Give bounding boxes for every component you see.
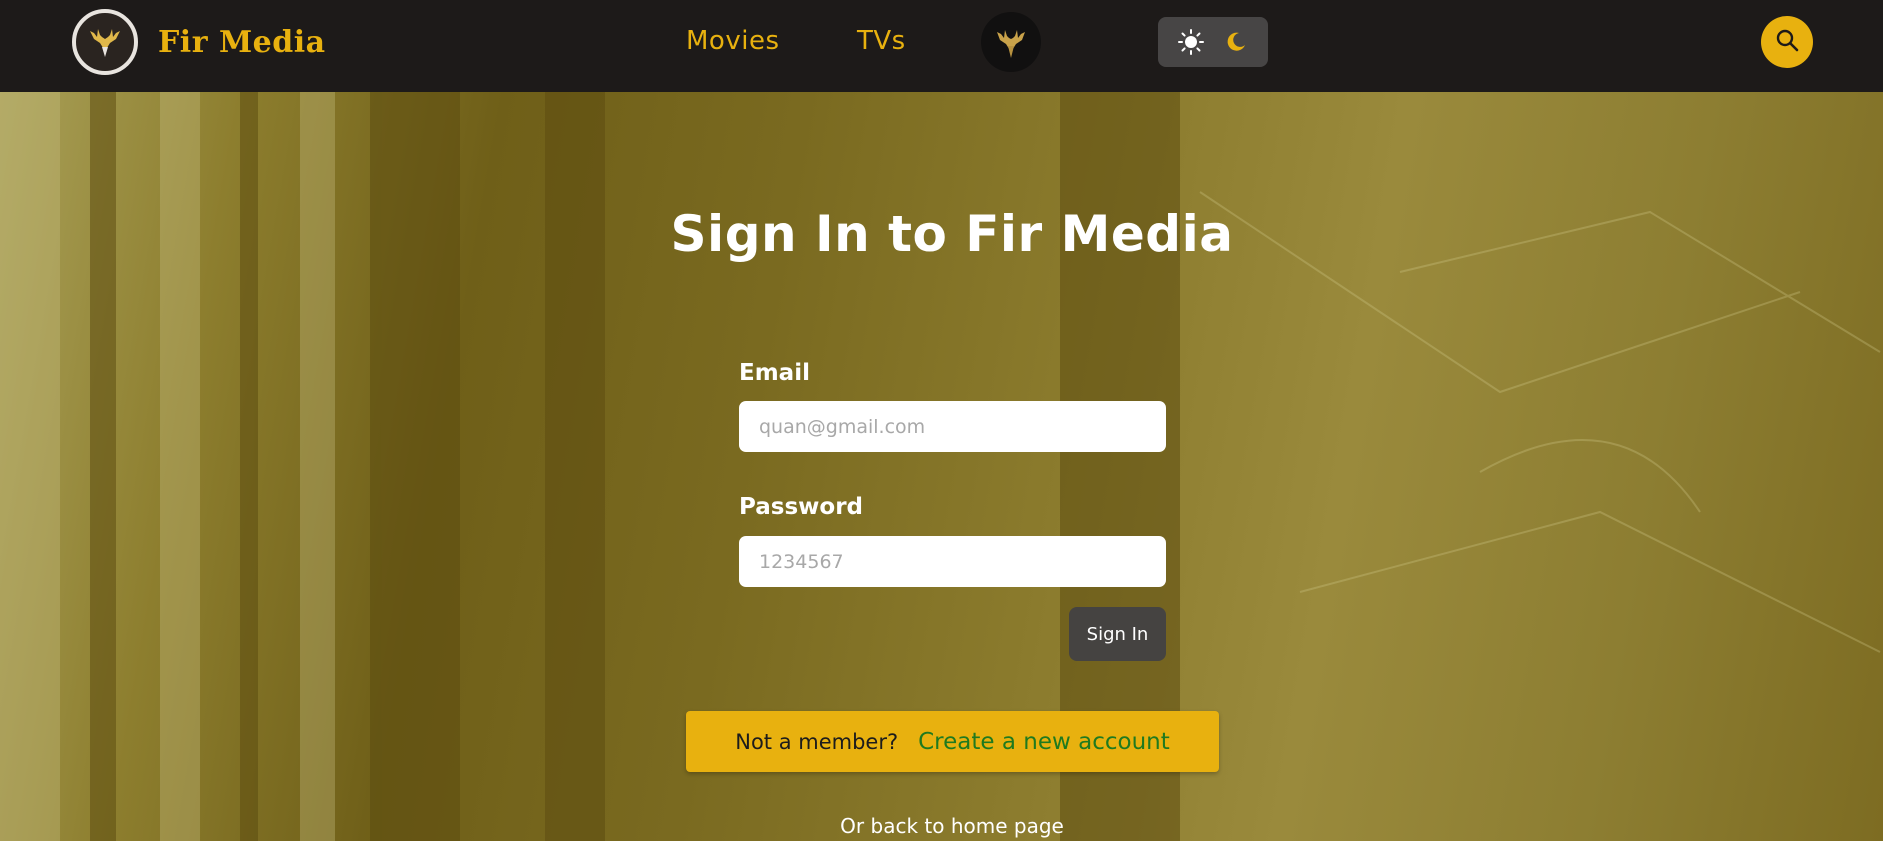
back-to-home-link[interactable]: Or back to home page: [0, 814, 1883, 838]
password-label: Password: [739, 494, 863, 520]
nav-link-tvs[interactable]: TVs: [857, 26, 906, 56]
email-label: Email: [739, 360, 810, 386]
moon-icon[interactable]: [1219, 25, 1253, 59]
signup-banner: Not a member? Create a new account: [686, 711, 1219, 772]
search-button[interactable]: [1761, 16, 1813, 68]
top-navbar: Fir Media Movies TVs: [0, 0, 1883, 92]
deer-emblem-icon[interactable]: [981, 12, 1041, 72]
nav-link-movies[interactable]: Movies: [686, 26, 780, 56]
brand-name: Fir Media: [158, 24, 326, 60]
sun-icon[interactable]: [1174, 25, 1208, 59]
sign-in-button[interactable]: Sign In: [1069, 607, 1166, 661]
email-field[interactable]: [739, 401, 1166, 452]
theme-toggle: [1158, 17, 1268, 67]
create-account-link[interactable]: Create a new account: [918, 729, 1170, 755]
brand[interactable]: Fir Media: [72, 9, 326, 75]
page-title: Sign In to Fir Media: [670, 205, 1234, 263]
signup-prompt: Not a member?: [735, 729, 899, 754]
deer-logo-icon: [72, 9, 138, 75]
search-icon: [1774, 27, 1800, 57]
password-field[interactable]: [739, 536, 1166, 587]
